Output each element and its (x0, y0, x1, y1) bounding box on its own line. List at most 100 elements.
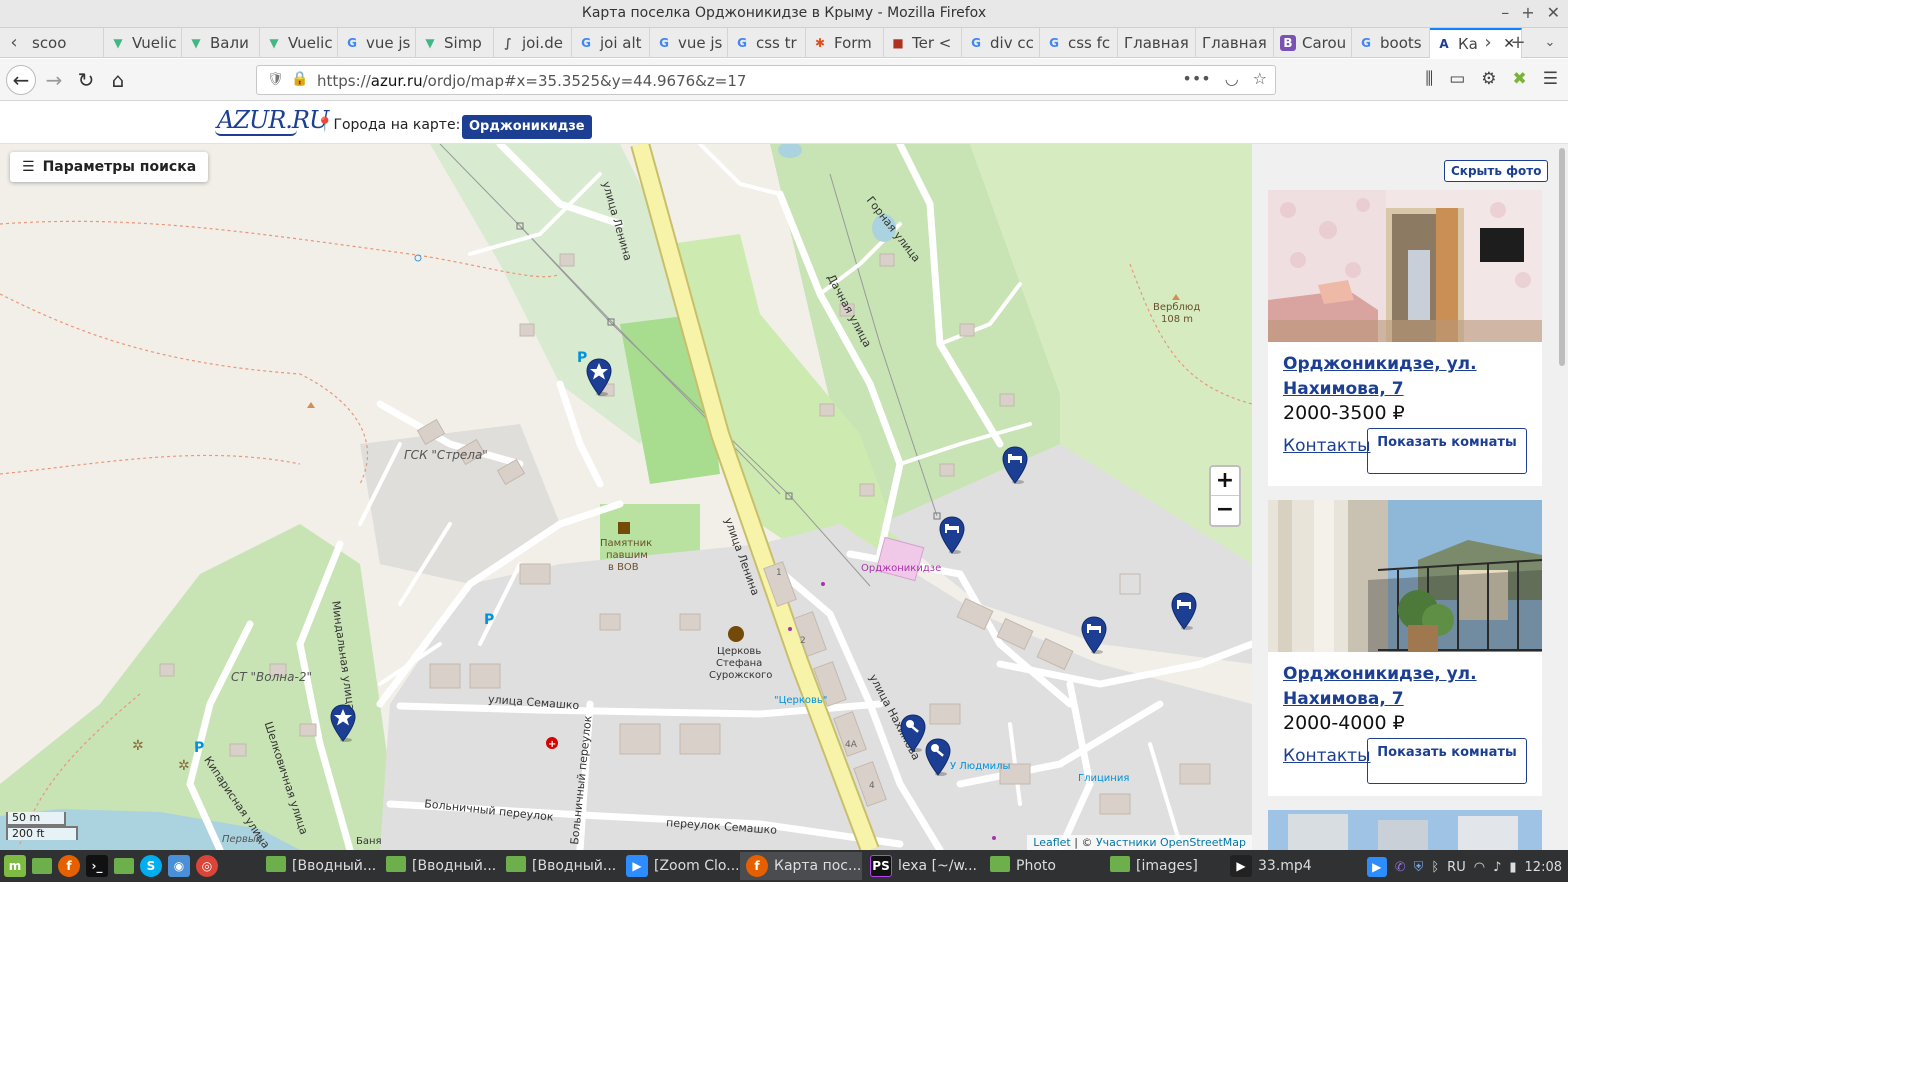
search-params-button[interactable]: ☰ Параметры поиска (10, 152, 209, 182)
tab-10[interactable]: ✱ Form (806, 28, 884, 58)
firefox-launcher-icon[interactable]: f (58, 855, 80, 877)
tab-11[interactable]: ■ Ter < (884, 28, 962, 58)
google-icon: G (971, 36, 981, 50)
show-desktop-icon[interactable] (32, 858, 52, 874)
listing-pin-bed-icon[interactable] (1002, 446, 1028, 484)
listing-photo[interactable] (1268, 500, 1542, 652)
home-button[interactable]: ⌂ (104, 66, 132, 94)
map[interactable]: P P P + ✲ ✲ улица Ленина улица Ленина Го… (0, 144, 1252, 850)
taskbar-task[interactable]: [Вводный... (260, 852, 378, 880)
tab-1[interactable]: ▼ Vuelic (104, 28, 182, 58)
tab-3[interactable]: ▼ Vuelic (260, 28, 338, 58)
bookmark-star-icon[interactable]: ☆ (1253, 69, 1267, 88)
city-button[interactable]: Орджоникидзе (462, 115, 592, 139)
url-text[interactable]: https://azur.ru/ordjo/map#x=35.3525&y=44… (317, 72, 746, 90)
listing-pin-bed-icon[interactable] (1081, 616, 1107, 654)
task-label: Photo (1016, 858, 1056, 874)
taskbar-task[interactable]: ▶ [Zoom Clo... (620, 852, 738, 880)
tab-17[interactable]: Gboots (1352, 28, 1430, 58)
maximize-icon[interactable]: + (1521, 3, 1534, 22)
back-button[interactable]: ← (6, 65, 36, 95)
listing-address-link[interactable]: Орджоникидзе, ул. Нахимова, 7 (1283, 662, 1533, 712)
tracking-shield-icon[interactable]: 🛡 (267, 72, 284, 87)
tab-2[interactable]: ▼ Вали (182, 28, 260, 58)
listing-pin-star-icon[interactable] (586, 358, 612, 396)
wifi-icon[interactable]: ◠ (1474, 860, 1485, 875)
tab-4[interactable]: Gvue js (338, 28, 416, 58)
shield-icon[interactable]: ⛨ (1414, 860, 1424, 875)
page-actions-icon[interactable]: ••• (1182, 69, 1210, 88)
pocket-icon[interactable]: ◡ (1225, 69, 1239, 88)
forward-button[interactable]: → (40, 66, 68, 94)
mint-menu-icon[interactable]: m (4, 855, 26, 877)
close-window-icon[interactable]: ✕ (1547, 3, 1560, 22)
zoom-in-button[interactable]: + (1211, 467, 1239, 496)
camera-launcher-icon[interactable]: ◉ (168, 855, 190, 877)
url-bar[interactable]: 🛡 🔒 https://azur.ru/ordjo/map#x=35.3525&… (256, 65, 1276, 95)
taskbar-task[interactable]: ▶ 33.mp4 (1224, 852, 1324, 880)
taskbar-task[interactable]: Photo (984, 852, 1102, 880)
tab-13[interactable]: Gcss fc (1040, 28, 1118, 58)
listing-pin-bed-icon[interactable] (1171, 592, 1197, 630)
tab-15[interactable]: Главная (1196, 28, 1274, 58)
tab-16[interactable]: B Carou (1274, 28, 1352, 58)
listing-photo[interactable] (1268, 810, 1542, 850)
tab-5[interactable]: ▼ Simp (416, 28, 494, 58)
show-rooms-button[interactable]: Показать комнаты (1367, 738, 1527, 784)
reload-button[interactable]: ↻ (72, 66, 100, 94)
azur-logo[interactable]: AZUR.RU (215, 106, 329, 136)
keyboard-layout[interactable]: RU (1447, 860, 1466, 875)
sound-icon[interactable]: ♪ (1493, 860, 1501, 875)
system-tray: ▶ ✆ ⛨ ᛒ RU ◠ ♪ ▮ 12:08 (1366, 857, 1562, 877)
taskbar-task[interactable]: PS lexa [~/w... (864, 852, 982, 880)
tab-8[interactable]: Gvue js (650, 28, 728, 58)
zoom-out-button[interactable]: − (1211, 496, 1239, 525)
contacts-link[interactable]: Контакты (1283, 436, 1371, 456)
taskbar-task[interactable]: [Вводный... (500, 852, 618, 880)
tab-0[interactable]: scoo (26, 28, 104, 58)
bluetooth-icon[interactable]: ᛒ (1431, 860, 1439, 875)
listing-pin-key-icon[interactable] (900, 714, 926, 752)
scrollbar-thumb[interactable] (1559, 148, 1565, 366)
skype-launcher-icon[interactable]: S (140, 855, 162, 877)
list-all-tabs-icon[interactable]: ⌄ (1538, 35, 1562, 50)
map-tiles[interactable]: P P P + ✲ ✲ (0, 144, 1252, 850)
hide-photo-button[interactable]: Скрыть фото (1444, 160, 1549, 182)
tab-7[interactable]: Gjoi alt (572, 28, 650, 58)
taskbar-task[interactable]: [images] (1104, 852, 1222, 880)
tab-12[interactable]: Gdiv cc (962, 28, 1040, 58)
listing-address-link[interactable]: Орджоникидзе, ул. Нахимова, 7 (1283, 352, 1533, 402)
listing-pin-star-icon[interactable] (330, 704, 356, 742)
viber-icon[interactable]: ✆ (1395, 860, 1406, 875)
battery-icon[interactable]: ▮ (1509, 860, 1516, 875)
sidebar-toggle-icon[interactable]: ▭ (1449, 69, 1465, 89)
library-icon[interactable]: ⫼ (1425, 69, 1433, 89)
minimize-icon[interactable]: – (1501, 3, 1509, 22)
terminal-launcher-icon[interactable]: ›_ (86, 855, 108, 877)
scroll-tabs-left-icon[interactable]: ‹ (2, 32, 26, 53)
listing-pin-bed-icon[interactable] (939, 516, 965, 554)
extension-puzzle-icon[interactable]: ✖ (1513, 69, 1527, 89)
phpstorm-icon: PS (870, 855, 892, 877)
listing-photo[interactable] (1268, 190, 1542, 342)
files-launcher-icon[interactable] (114, 858, 134, 874)
contacts-link[interactable]: Контакты (1283, 746, 1371, 766)
chrome-launcher-icon[interactable]: ◎ (196, 855, 218, 877)
show-rooms-button[interactable]: Показать комнаты (1367, 428, 1527, 474)
listing-pin-key-icon[interactable] (925, 738, 951, 776)
extension-gear-icon[interactable]: ⚙ (1481, 69, 1496, 89)
hamburger-menu-icon[interactable]: ☰ (1543, 69, 1558, 89)
scroll-tabs-right-icon[interactable]: › (1476, 32, 1500, 53)
sidebar-scrollbar[interactable] (1556, 144, 1568, 850)
tab-6[interactable]: ∫ joi.de (494, 28, 572, 58)
tab-14[interactable]: Главная (1118, 28, 1196, 58)
leaflet-link[interactable]: Leaflet (1033, 836, 1070, 849)
lock-icon[interactable]: 🔒 (291, 71, 308, 87)
osm-link[interactable]: Участники OpenStreetMap (1096, 836, 1246, 849)
new-tab-icon[interactable]: + (1506, 32, 1530, 53)
zoom-tray-icon[interactable]: ▶ (1366, 857, 1387, 877)
tab-9[interactable]: Gcss tr (728, 28, 806, 58)
taskbar-task[interactable]: [Вводный... (380, 852, 498, 880)
taskbar-task[interactable]: f Карта пос... (740, 852, 862, 880)
clock[interactable]: 12:08 (1525, 860, 1562, 875)
